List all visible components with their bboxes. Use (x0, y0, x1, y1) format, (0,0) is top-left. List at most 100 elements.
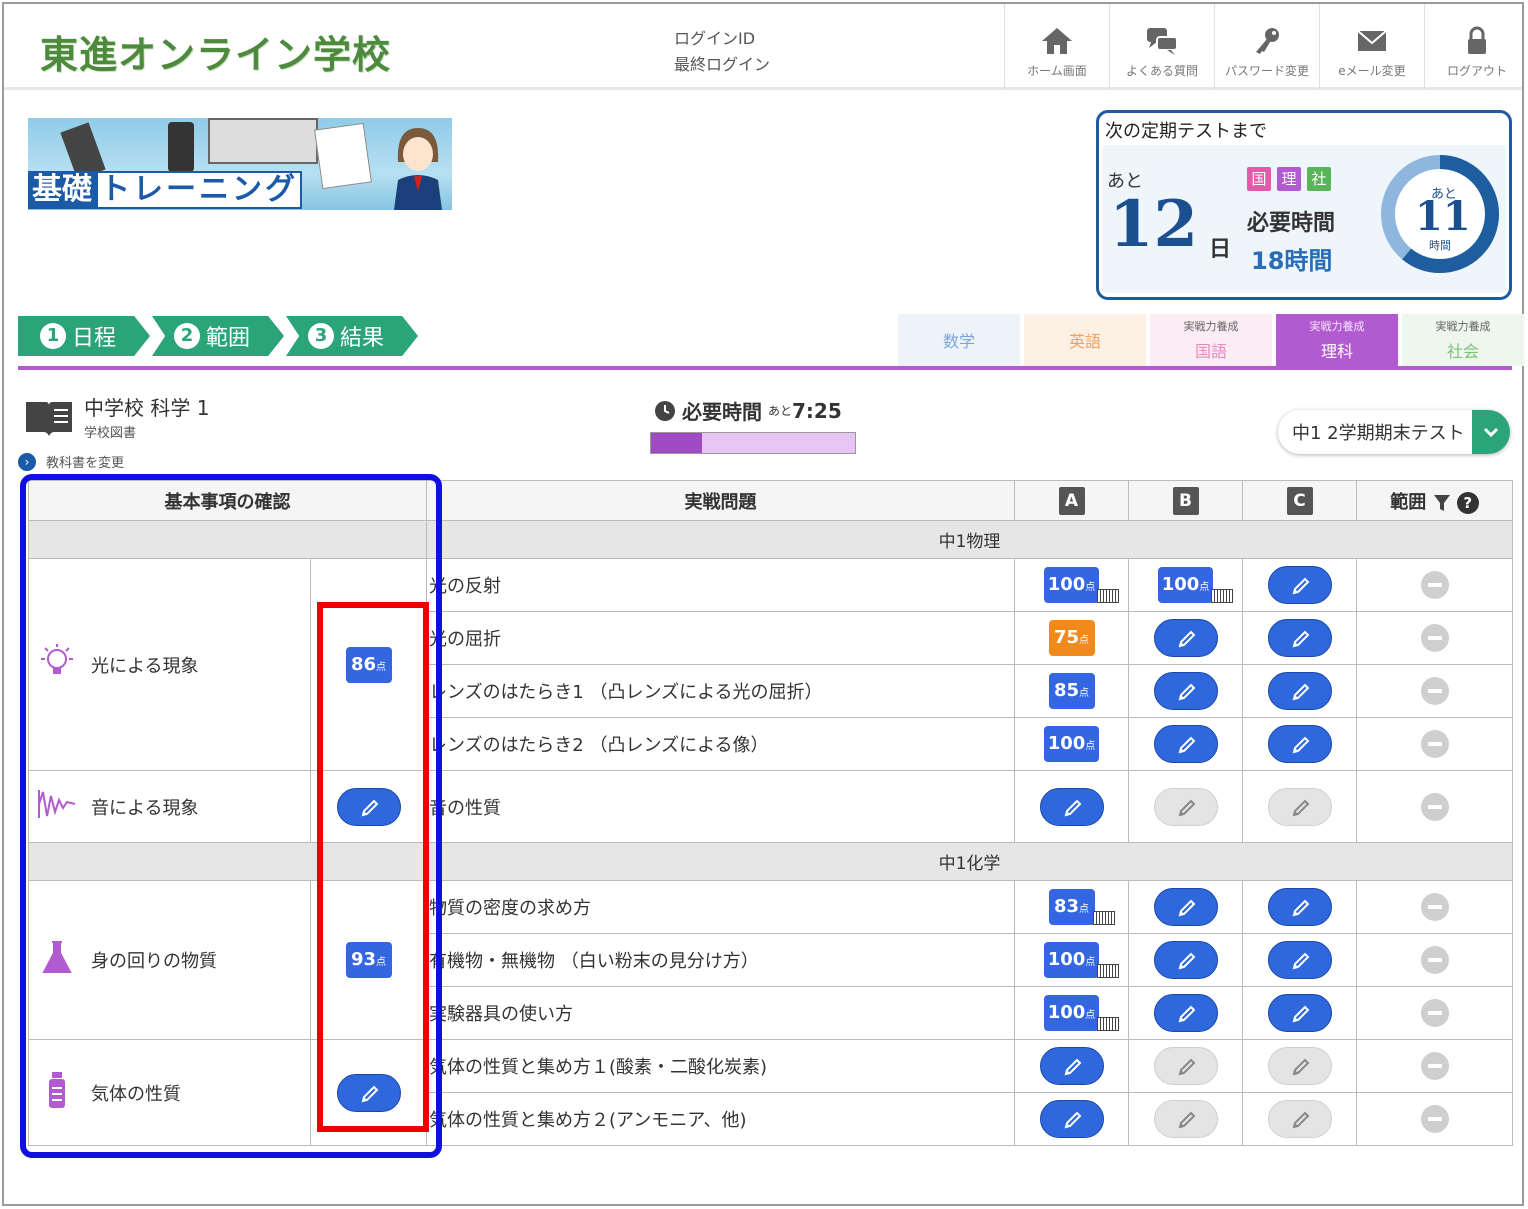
required-time-value: 7:25 (792, 398, 842, 423)
tab-subject[interactable]: 数学 (898, 314, 1020, 366)
problem-title[interactable]: 物質の密度の求め方 (426, 880, 1015, 934)
next-test-countdown: 次の定期テストまで あと 12 日 国 理 社 必要時間 18時間 あと 11 … (1096, 110, 1512, 300)
table-row: 音による現象 音の性質 (28, 770, 1513, 843)
start-exercise-button[interactable] (1153, 725, 1218, 763)
problem-title[interactable]: 気体の性質と集め方１(酸素・二酸化炭素) (426, 1039, 1015, 1093)
score-badge[interactable]: 75点 (1048, 620, 1095, 656)
subject-tag-rika: 理 (1277, 167, 1301, 191)
start-exercise-button[interactable] (1267, 941, 1332, 979)
problem-title[interactable]: レンズのはたらき1 （凸レンズによる光の屈折） (426, 664, 1015, 718)
video-icon[interactable] (1211, 589, 1234, 603)
problem-title[interactable]: 光の屈折 (426, 611, 1015, 665)
range-cell (1356, 558, 1513, 612)
score-badge[interactable]: 85点 (1048, 673, 1095, 709)
start-exercise-button[interactable] (1153, 941, 1218, 979)
tab-subject[interactable]: 実戦力養成 社会 (1402, 314, 1524, 366)
score-badge[interactable]: 83点 (1048, 889, 1095, 925)
level-c-cell (1242, 717, 1357, 771)
level-c-cell (1242, 986, 1357, 1040)
training-table: 基本事項の確認 実戦問題 A B C 範囲 ? 中1物理 光による現象 86点 光の反… (28, 480, 1513, 1146)
start-exercise-button[interactable] (1267, 619, 1332, 657)
start-exercise-button[interactable] (1267, 994, 1332, 1032)
score-badge[interactable]: 100点 (1043, 995, 1100, 1031)
level-a-cell (1014, 770, 1129, 843)
start-exercise-button[interactable] (1267, 566, 1332, 604)
start-exercise-button[interactable] (1153, 619, 1218, 657)
score-badge[interactable]: 100点 (1043, 942, 1100, 978)
tab-subject[interactable]: 英語 (1024, 314, 1146, 366)
score-badge[interactable]: 100点 (1043, 726, 1100, 762)
nav-email-label: eメール変更 (1338, 64, 1406, 78)
start-exercise-button[interactable] (1267, 888, 1332, 926)
start-basic-check-button[interactable] (336, 1073, 401, 1112)
category: 気体の性質 (29, 1070, 310, 1115)
banner-title-a: 基礎 (28, 171, 96, 209)
level-c-cell (1242, 770, 1357, 843)
required-time-prefix: あと (768, 404, 793, 418)
score-value: 93 (350, 949, 377, 970)
remove-from-range-icon[interactable] (1420, 792, 1449, 821)
nav-password[interactable]: パスワード変更 (1214, 4, 1319, 90)
filter-icon[interactable] (1433, 493, 1451, 513)
score-badge[interactable]: 100点 (1157, 567, 1214, 603)
video-icon[interactable] (1097, 589, 1120, 603)
tab-subject[interactable]: 実戦力養成 国語 (1150, 314, 1272, 366)
locked-exercise-button (1153, 1047, 1218, 1085)
range-cell (1356, 880, 1513, 934)
problem-title[interactable]: 有機物・無機物 （白い粉末の見分け方） (426, 933, 1015, 987)
score-badge[interactable]: 100点 (1043, 567, 1100, 603)
remove-from-range-icon[interactable] (1420, 730, 1449, 758)
start-exercise-button[interactable] (1039, 1100, 1104, 1138)
start-exercise-button[interactable] (1153, 888, 1218, 926)
start-exercise-button[interactable] (1153, 672, 1218, 710)
remove-from-range-icon[interactable] (1420, 571, 1449, 599)
category-label: 音による現象 (91, 797, 199, 819)
banner-phone-illustration (168, 122, 194, 172)
start-exercise-button[interactable] (1267, 672, 1332, 710)
score-unit: 点 (1085, 957, 1096, 968)
site-logo[interactable]: 東進オンライン学校 (40, 24, 391, 79)
score-badge[interactable]: 86点 (345, 646, 392, 683)
step-range[interactable]: 2 範囲 (152, 316, 284, 356)
change-textbook-link[interactable]: › 教科書を変更 (18, 452, 124, 471)
score-badge[interactable]: 93点 (345, 942, 392, 978)
locked-exercise-button (1267, 787, 1332, 826)
test-select-dropdown[interactable]: 中1 2学期期末テスト (1278, 410, 1510, 454)
nav-faq-label: よくある質問 (1125, 64, 1198, 78)
category-cell: 音による現象 (28, 770, 311, 843)
kiso-training-banner: 基礎 トレーニング (28, 118, 452, 210)
start-basic-check-button[interactable] (336, 787, 401, 826)
level-a-cell (1014, 1039, 1129, 1093)
step-schedule[interactable]: 1 日程 (18, 316, 150, 356)
step-result[interactable]: 3 結果 (286, 316, 418, 356)
start-exercise-button[interactable] (1039, 787, 1104, 826)
nav-faq[interactable]: よくある質問 (1109, 4, 1214, 90)
problem-title[interactable]: 音の性質 (426, 770, 1015, 843)
start-exercise-button[interactable] (1267, 725, 1332, 763)
problem-title[interactable]: レンズのはたらき2 （凸レンズによる像） (426, 717, 1015, 771)
video-icon[interactable] (1097, 964, 1120, 978)
start-exercise-button[interactable] (1039, 1047, 1104, 1085)
problem-title[interactable]: 実験器具の使い方 (426, 986, 1015, 1040)
nav-logout[interactable]: ログアウト (1424, 4, 1528, 90)
remove-from-range-icon[interactable] (1420, 946, 1449, 974)
remove-from-range-icon[interactable] (1420, 1105, 1449, 1133)
locked-exercise-button (1153, 1100, 1218, 1138)
help-icon[interactable]: ? (1456, 491, 1479, 514)
video-icon[interactable] (1092, 911, 1115, 925)
nav-email[interactable]: eメール変更 (1319, 4, 1424, 90)
video-icon[interactable] (1097, 1017, 1120, 1031)
score-value: 83 (1053, 896, 1080, 917)
level-a-cell: 85点 (1014, 664, 1129, 718)
tab-subject[interactable]: 実戦力養成 理科 (1276, 314, 1398, 366)
problem-title[interactable]: 光の反射 (426, 558, 1015, 612)
remove-from-range-icon[interactable] (1420, 677, 1449, 705)
remove-from-range-icon[interactable] (1420, 893, 1449, 921)
problem-title[interactable]: 気体の性質と集め方２(アンモニア、他) (426, 1092, 1015, 1146)
start-exercise-button[interactable] (1153, 994, 1218, 1032)
ring-value: 11 (1415, 193, 1471, 240)
remove-from-range-icon[interactable] (1420, 1052, 1449, 1080)
remove-from-range-icon[interactable] (1420, 624, 1449, 652)
nav-home[interactable]: ホーム画面 (1004, 4, 1109, 90)
remove-from-range-icon[interactable] (1420, 999, 1449, 1027)
